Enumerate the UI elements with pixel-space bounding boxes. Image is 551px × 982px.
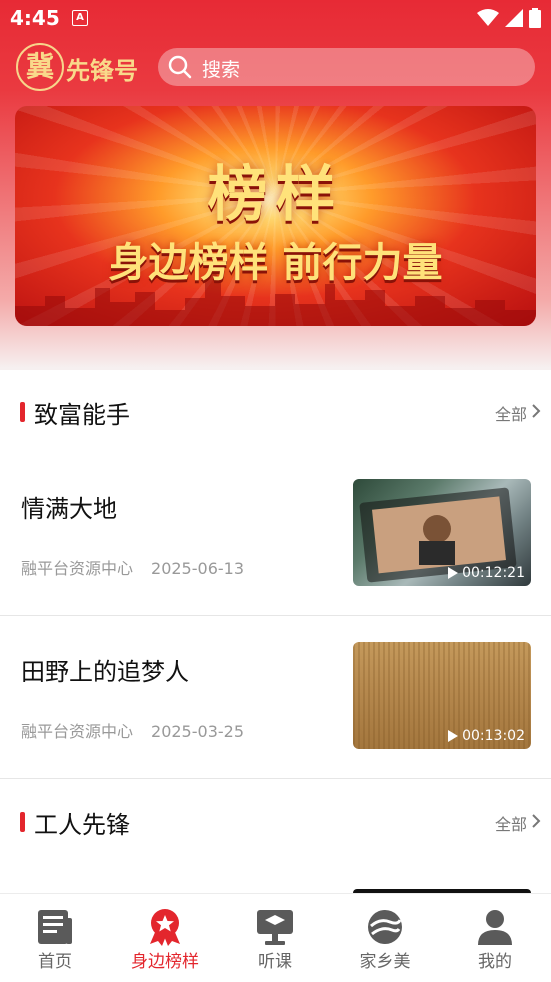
banner-subtitle: 身边榜样 前行力量 (108, 239, 443, 286)
nav-label: 家乡美 (359, 952, 411, 972)
section-title: 致富能手 (34, 401, 130, 429)
item-title: 田野上的追梦人 (21, 658, 189, 686)
lecture-screen-icon (257, 910, 293, 945)
newspaper-icon (38, 910, 72, 944)
section-accent-bar (20, 402, 25, 422)
logo-text: 先锋号 (66, 56, 138, 85)
video-duration: 00:13:02 (448, 728, 525, 744)
divider (0, 615, 551, 616)
battery-icon (529, 8, 541, 28)
section-title: 工人先锋 (34, 811, 130, 839)
item-meta: 融平台资源中心 2025-06-13 (21, 555, 244, 579)
video-duration: 00:12:21 (448, 565, 525, 581)
nav-label: 身边榜样 (131, 952, 199, 972)
signal-icon (505, 9, 523, 27)
bottom-navigation: 首页 身边榜样 听课 家乡美 我的 (0, 893, 551, 982)
item-title: 情满大地 (21, 495, 117, 523)
banner-title: 榜样 (207, 160, 344, 230)
duration-text: 00:12:21 (462, 565, 525, 581)
duration-text: 00:13:02 (462, 728, 525, 744)
item-source: 融平台资源中心 (21, 559, 134, 578)
section-more-link[interactable]: 全部 (495, 401, 527, 425)
section-more-link[interactable]: 全部 (495, 811, 527, 835)
landscape-icon (368, 910, 402, 944)
list-item[interactable]: 田野上的追梦人 融平台资源中心 2025-03-25 00:13:02 (0, 626, 551, 788)
divider (0, 778, 551, 779)
play-icon (448, 730, 459, 742)
nav-label: 我的 (478, 952, 512, 972)
person-icon (478, 910, 512, 945)
nav-item-role-models[interactable]: 身边榜样 (110, 894, 220, 982)
search-bar[interactable]: 搜索 (158, 48, 535, 86)
video-thumbnail[interactable]: 00:12:21 (353, 479, 531, 586)
list-item[interactable]: 情满大地 融平台资源中心 2025-06-13 00:12:21 (0, 463, 551, 625)
status-bar: 4:45 A (0, 0, 551, 36)
nav-item-home[interactable]: 首页 (0, 894, 110, 982)
app-logo: 冀 先锋号 (16, 43, 140, 93)
item-date: 2025-06-13 (151, 559, 244, 578)
nav-label: 听课 (258, 952, 292, 972)
status-icons (477, 8, 541, 28)
section-accent-bar (20, 812, 25, 832)
item-source: 融平台资源中心 (21, 722, 134, 741)
search-placeholder: 搜索 (202, 59, 241, 81)
nav-label: 首页 (38, 952, 72, 972)
notification-icon: A (72, 10, 88, 26)
hero-banner[interactable]: 榜样 身边榜样 前行力量 (15, 106, 536, 326)
search-icon (168, 55, 192, 79)
play-icon (448, 567, 459, 579)
section-header-zhifu: 致富能手 全部 (0, 391, 551, 431)
nav-item-courses[interactable]: 听课 (220, 894, 330, 982)
video-thumbnail[interactable]: 00:13:02 (353, 642, 531, 749)
item-meta: 融平台资源中心 2025-03-25 (21, 718, 244, 742)
wifi-icon (477, 9, 499, 26)
logo-emblem: 冀 (16, 43, 64, 91)
badge-star-icon (150, 909, 180, 946)
nav-item-hometown[interactable]: 家乡美 (330, 894, 440, 982)
status-time: 4:45 (10, 6, 60, 30)
item-date: 2025-03-25 (151, 722, 244, 741)
section-header-gongren: 工人先锋 全部 (0, 801, 551, 841)
chevron-right-icon[interactable] (531, 403, 541, 419)
chevron-right-icon[interactable] (531, 813, 541, 829)
nav-item-profile[interactable]: 我的 (440, 894, 550, 982)
